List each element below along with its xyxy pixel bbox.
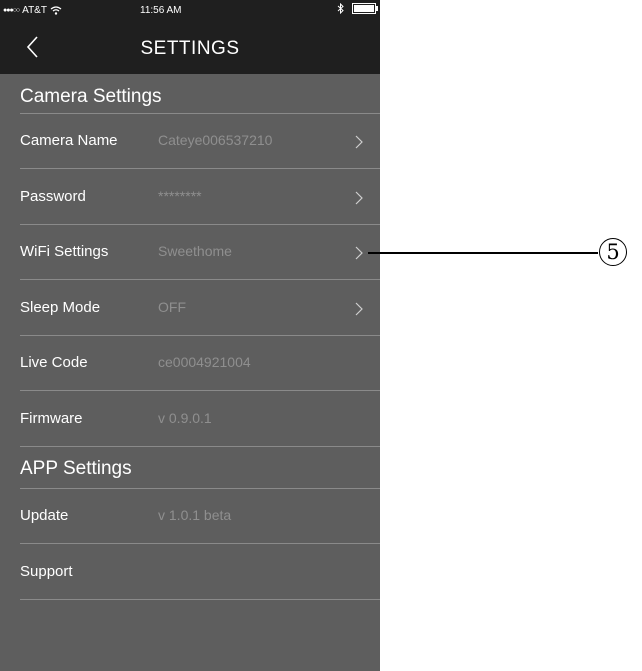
- status-left: ●●●○○ AT&T: [3, 5, 62, 16]
- chevron-right-icon[interactable]: [354, 134, 364, 150]
- page-title: SETTINGS: [140, 38, 240, 59]
- row-label: Camera Name: [20, 132, 118, 149]
- settings-row-sleep-mode[interactable]: Sleep Mode OFF: [20, 281, 380, 336]
- row-value: v 1.0.1 beta: [158, 507, 232, 523]
- row-label: WiFi Settings: [20, 243, 109, 260]
- settings-row-update[interactable]: Update v 1.0.1 beta: [20, 489, 380, 544]
- status-right: [337, 3, 378, 14]
- callout-number-badge: 5: [599, 238, 627, 266]
- row-value: ********: [158, 187, 202, 204]
- carrier-name: AT&T: [22, 5, 47, 16]
- row-value: Cateye006537210: [158, 132, 273, 148]
- row-label: Sleep Mode: [20, 298, 101, 316]
- status-time: 11:56 AM: [140, 5, 182, 16]
- status-bar: ●●●○○ AT&T 11:56 AM: [0, 0, 380, 22]
- settings-row-password[interactable]: Password ********: [20, 170, 380, 225]
- row-label: Firmware: [20, 409, 83, 427]
- bluetooth-icon: [337, 3, 344, 14]
- chevron-right-icon[interactable]: [354, 190, 364, 206]
- row-value: Sweethome: [158, 243, 232, 259]
- battery-tip: [376, 6, 378, 11]
- settings-row-wifi-settings[interactable]: WiFi Settings Sweethome: [20, 225, 380, 280]
- wifi-icon: [50, 6, 62, 15]
- settings-row-support[interactable]: Support: [20, 545, 380, 600]
- battery-icon: [352, 3, 378, 14]
- chevron-right-icon[interactable]: [354, 245, 364, 261]
- row-value: v 0.9.0.1: [158, 409, 212, 426]
- row-value: OFF: [158, 298, 186, 315]
- row-value: ce0004921004: [158, 354, 251, 370]
- section-header-camera-settings: Camera Settings: [20, 86, 162, 107]
- battery-level-fill: [354, 5, 374, 12]
- chevron-right-icon[interactable]: [354, 301, 364, 317]
- settings-row-firmware[interactable]: Firmware v 0.9.0.1: [20, 392, 380, 447]
- row-label: Support: [20, 563, 73, 580]
- settings-row-camera-name[interactable]: Camera Name Cateye006537210: [20, 114, 380, 169]
- row-label: Update: [20, 507, 69, 524]
- settings-screen: ●●●○○ AT&T 11:56 AM SETTINGS Camera Sett…: [0, 0, 380, 671]
- settings-row-live-code[interactable]: Live Code ce0004921004: [20, 336, 380, 391]
- signal-strength-indicator: ●●●○○: [3, 7, 20, 14]
- row-label: Password: [20, 187, 86, 205]
- callout-line: [368, 252, 598, 254]
- navigation-bar: SETTINGS: [0, 22, 380, 74]
- section-header-app-settings: APP Settings: [20, 458, 132, 479]
- row-label: Live Code: [20, 354, 88, 371]
